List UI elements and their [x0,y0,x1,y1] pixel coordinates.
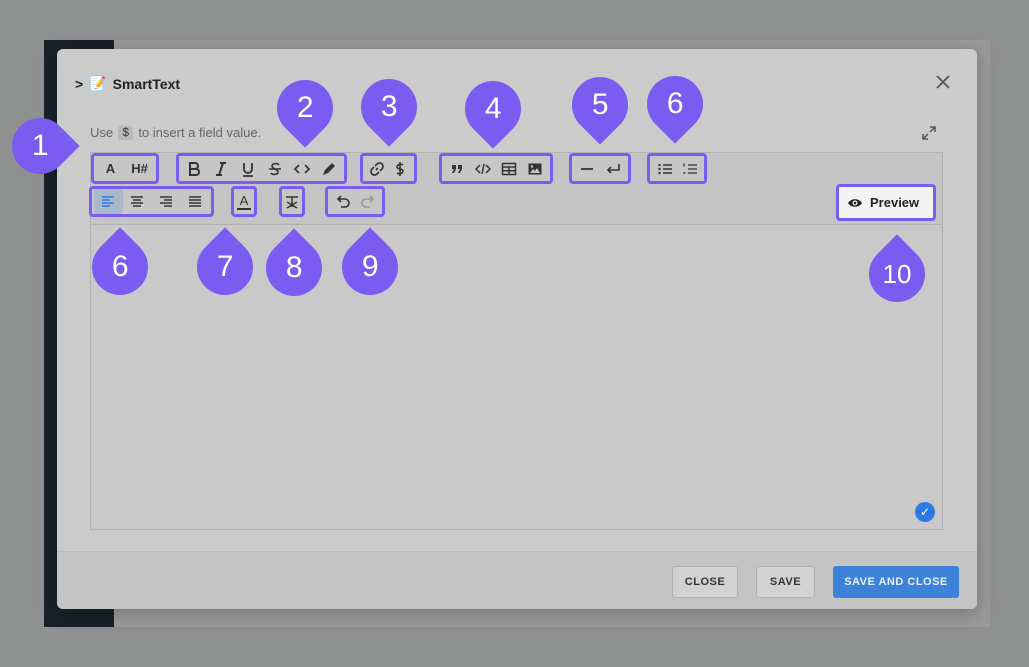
heading-button[interactable]: H# [125,156,154,181]
inline-code-button[interactable] [288,156,315,181]
italic-button[interactable] [208,156,235,181]
link-icon [369,161,384,176]
callout-10-label: 10 [882,258,912,289]
callout-6-top-label: 6 [666,87,684,120]
line-break-button[interactable] [600,156,626,181]
align-justify-icon [188,195,201,207]
image-icon [528,163,542,174]
bullet-list-button[interactable] [652,156,677,181]
clear-format-group [279,186,305,217]
preview-label: Preview [870,195,920,210]
save-and-close-button[interactable]: SAVE AND CLOSE [833,566,959,598]
strikethrough-icon [268,162,281,175]
clear-format-button[interactable] [282,189,302,214]
save-close-label: SAVE AND CLOSE [844,576,948,588]
format-group [176,153,347,184]
field-hint: Use $ to insert a field value. [90,125,261,140]
strikethrough-button[interactable] [261,156,288,181]
modal-title: > 📝 SmartText [75,75,180,92]
bold-button[interactable] [181,156,208,181]
align-left-icon [102,195,115,207]
close-button[interactable]: CLOSE [672,566,738,598]
text-color-bar [237,207,251,210]
modal-footer: CLOSE SAVE SAVE AND CLOSE [57,551,977,609]
callout-8-label: 8 [285,251,303,284]
link-group [360,153,417,184]
callout-5-label: 5 [591,88,609,121]
text-color-letter: A [239,192,249,208]
smarttext-modal: > 📝 SmartText Use $ to insert a field va… [57,49,977,609]
undo-button[interactable] [330,189,355,214]
text-color-group: A [231,186,257,217]
align-right-icon [159,195,172,207]
quote-icon [452,164,462,173]
highlight-button[interactable] [315,156,342,181]
title-chevron: > [75,75,84,92]
quote-button[interactable] [444,156,470,181]
callout-7-label: 7 [216,250,234,283]
underline-button[interactable] [235,156,262,181]
editor-toolbar: A H# A Preview [89,153,942,225]
link-button[interactable] [365,156,389,181]
save-button[interactable]: SAVE [756,566,815,598]
font-size-label: A [105,161,116,176]
check-icon: ✓ [915,502,935,522]
table-icon [501,162,517,175]
expand-icon[interactable] [921,125,937,146]
hint-suffix: to insert a field value. [138,125,262,140]
underline-icon [243,162,254,177]
numbered-list-icon [682,163,697,174]
callout-3-label: 3 [380,90,398,123]
align-left-button[interactable] [94,189,123,214]
callout-4-label: 4 [484,92,502,125]
break-group [569,153,631,184]
align-justify-button[interactable] [180,189,209,214]
preview-button[interactable]: Preview [836,184,937,221]
editor: A H# A Preview ✓ [89,152,943,530]
callout-9-label: 9 [361,250,379,283]
redo-icon [360,194,374,208]
heading-label: H# [131,161,148,176]
list-group [647,153,707,184]
bold-icon [189,161,201,176]
redo-button[interactable] [355,189,380,214]
insert-group [439,153,553,184]
italic-icon [216,161,227,176]
callout-2-label: 2 [296,91,314,124]
numbered-list-button[interactable] [677,156,702,181]
font-size-button[interactable]: A [96,156,125,181]
memo-icon: 📝 [89,75,107,91]
eye-icon [848,198,862,207]
close-label: CLOSE [684,576,726,588]
callout-1-label: 1 [31,129,49,162]
align-group [89,186,214,217]
code-block-button[interactable] [470,156,496,181]
history-group [325,186,385,217]
hint-prefix: Use [90,125,114,140]
text-color-button[interactable]: A [234,189,254,214]
horizontal-rule-button[interactable] [574,156,600,181]
bullet-list-icon [657,163,672,174]
dollar-icon [396,161,405,176]
hint-code: $ [118,125,134,140]
table-button[interactable] [496,156,522,181]
code-block-icon [475,163,491,174]
code-icon [293,163,310,174]
clear-format-icon [286,195,298,209]
align-center-button[interactable] [123,189,152,214]
callout-6-bottom-label: 6 [111,250,129,283]
image-button[interactable] [522,156,548,181]
close-icon[interactable] [931,71,955,95]
title-text: SmartText [112,75,181,92]
align-right-button[interactable] [152,189,181,214]
heading-group: A H# [91,153,159,184]
highlighter-icon [322,162,335,175]
undo-icon [336,194,350,208]
field-value-button[interactable] [389,156,413,181]
align-center-icon [131,195,144,207]
save-label: SAVE [769,576,802,588]
horizontal-rule-icon [581,167,593,170]
return-icon [606,163,620,174]
